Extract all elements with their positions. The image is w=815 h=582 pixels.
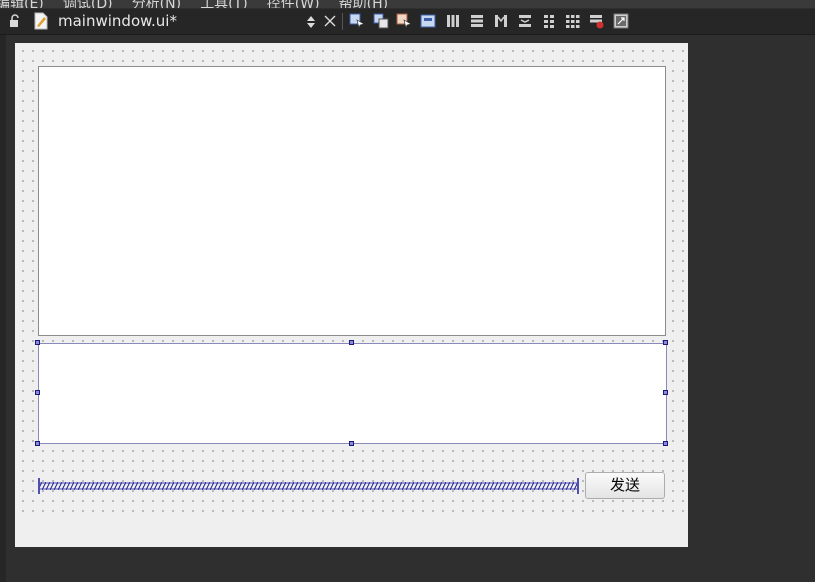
edit-signals-slots-icon[interactable] — [373, 13, 389, 29]
message-input-area[interactable] — [38, 343, 667, 444]
lock-icon[interactable] — [8, 14, 22, 28]
layout-vertical-splitter-icon[interactable] — [517, 13, 533, 29]
file-name-label[interactable]: mainwindow.ui* — [58, 12, 177, 30]
resize-handle[interactable] — [663, 441, 668, 446]
close-icon[interactable] — [323, 14, 337, 28]
resize-handle[interactable] — [35, 441, 40, 446]
message-display-area[interactable] — [38, 66, 666, 336]
menu-item-analyze[interactable]: 分析(N) — [132, 0, 181, 8]
resize-handle[interactable] — [35, 340, 40, 345]
file-icon — [34, 12, 48, 30]
chevron-up-down-icon[interactable] — [306, 15, 316, 29]
edit-widgets-icon[interactable] — [349, 13, 365, 29]
horizontal-spacer[interactable] — [38, 476, 579, 496]
menu-item-edit[interactable]: 编辑(E) — [0, 0, 44, 8]
layout-form-icon[interactable] — [541, 13, 557, 29]
form-canvas[interactable]: 发送 — [15, 43, 688, 547]
menubar: 编辑(E) 调试(D) 分析(N) 工具(T) 控件(W) 帮助(H) — [0, 0, 815, 8]
break-layout-icon[interactable] — [589, 13, 605, 29]
form-status-area — [15, 515, 688, 547]
resize-handle[interactable] — [663, 390, 668, 395]
edit-buddies-icon[interactable] — [396, 13, 412, 29]
adjust-size-icon[interactable] — [613, 13, 629, 29]
layout-horizontal-icon[interactable] — [445, 13, 461, 29]
editor-toolbar: mainwindow.ui* — [0, 9, 815, 35]
menu-item-help[interactable]: 帮助(H) — [339, 0, 388, 8]
menu-item-tools[interactable]: 工具(T) — [200, 0, 247, 8]
layout-grid-icon[interactable] — [565, 13, 581, 29]
resize-handle[interactable] — [35, 390, 40, 395]
resize-handle[interactable] — [349, 340, 354, 345]
send-button[interactable]: 发送 — [585, 472, 665, 499]
layout-vertical-icon[interactable] — [469, 13, 485, 29]
edit-tab-order-icon[interactable] — [420, 13, 436, 29]
layout-horizontal-splitter-icon[interactable] — [493, 13, 509, 29]
menu-item-controls[interactable]: 控件(W) — [267, 0, 320, 8]
resize-handle[interactable] — [663, 340, 668, 345]
left-panel-edge — [0, 35, 6, 582]
toolbar-separator — [342, 13, 343, 30]
menu-item-debug[interactable]: 调试(D) — [63, 0, 113, 8]
resize-handle[interactable] — [349, 441, 354, 446]
